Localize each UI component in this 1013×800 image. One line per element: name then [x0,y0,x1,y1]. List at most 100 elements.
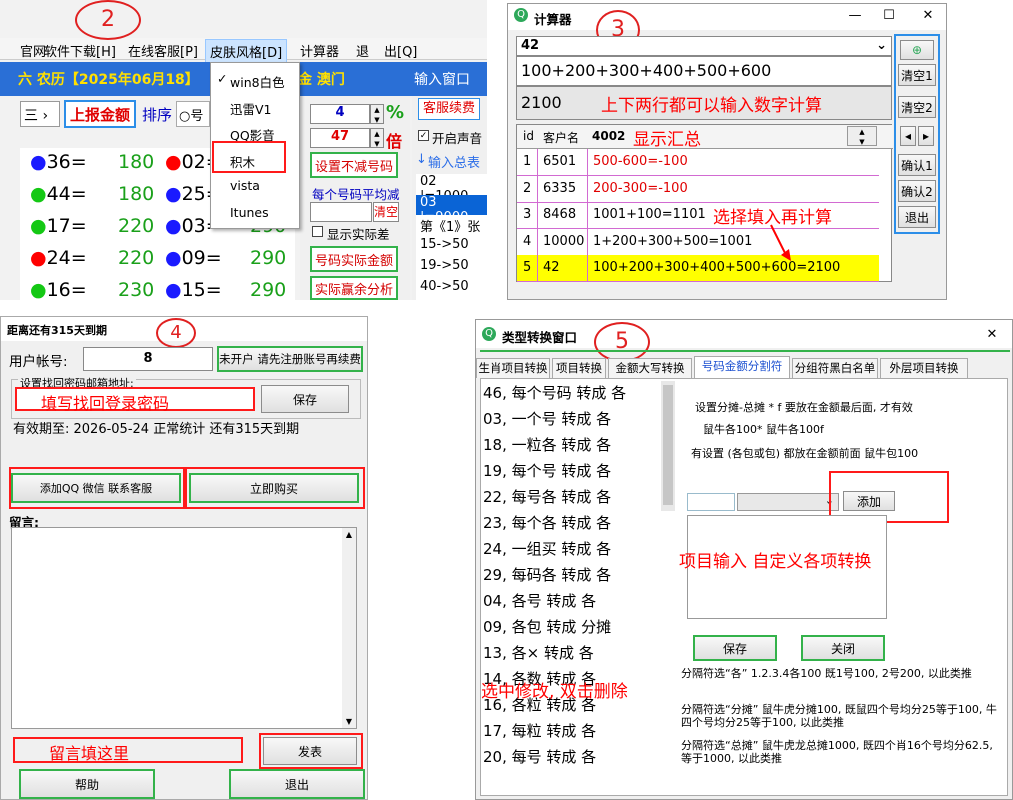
number-a: ●16= [30,279,87,300]
convert-list[interactable]: 46, 每个号码 转成 各 03, 一个号 转成 各 18, 一粒各 转成 各 19,… [481,379,677,781]
service-renew-button[interactable]: 客服续费 [418,98,480,120]
convert-save-button[interactable]: 保存 [693,635,777,661]
calc-field-2[interactable]: 100+200+300+400+500+600 [516,56,892,86]
tab-0[interactable]: 生肖项目转换 [476,358,550,378]
list-item[interactable]: 24, 一组买 转成 各 [483,535,611,561]
tab-3[interactable]: 号码金额分割符 [694,356,790,378]
menu-exit-1[interactable]: 退 [356,41,369,60]
menu-online-service[interactable]: 在线客服[P] [128,41,198,60]
list-item[interactable]: 04, 各号 转成 各 [483,587,596,613]
scroll-down-icon[interactable]: ▼ [342,717,356,726]
confirm2-button[interactable]: 确认2 [898,180,936,202]
list-item[interactable]: 03, 一个号 转成 各 [483,405,611,431]
sort-radio[interactable]: ○号 [176,101,210,127]
clear1-button[interactable]: 清空1 [898,64,936,86]
add-qq-button[interactable]: 添加QQ 微信 联系客服 [11,473,181,503]
list-item[interactable]: 23, 每个各 转成 各 [483,509,611,535]
scrollbar[interactable]: ▲ ▼ [342,528,356,728]
skin-item[interactable]: Itunes [211,200,299,224]
clear2-button[interactable]: 清空2 [898,96,936,118]
tab-5[interactable]: 外层项目转换 [880,358,968,378]
convert-close-button[interactable]: 关闭 [801,635,885,661]
convert-close-icon[interactable]: ✕ [972,323,1012,345]
buy-now-button[interactable]: 立即购买 [189,473,359,503]
show-diff-checkbox[interactable] [312,226,323,237]
row-sep [587,202,588,228]
clear-button[interactable]: 清空 [373,202,399,222]
spin-input-1[interactable]: 4 [310,104,370,124]
skin-item[interactable]: vista [211,173,299,197]
minimize-icon[interactable]: — [838,4,872,26]
skin-item[interactable]: 迅雷V1 [211,94,299,118]
skin-item[interactable]: ✓ win8白色 [211,67,299,91]
calc-field-1-value: 42 [521,38,540,53]
right-list-item[interactable]: 02 |=1000 [416,174,487,204]
table-spin-icon[interactable]: ▲ ▼ [847,126,877,146]
help-button[interactable]: 帮助 [19,769,155,799]
avg-reduce-input[interactable] [310,202,372,222]
list-item[interactable]: 17, 每粒 转成 各 [483,717,596,743]
list-scrollbar[interactable] [661,381,675,511]
tab-1[interactable]: 项目转换 [552,358,606,378]
right-list-item[interactable]: 19->50 [416,258,487,278]
actual-amount-button[interactable]: 号码实际金额 [310,246,398,272]
actual-win-button[interactable]: 实际赢余分析 [310,276,398,300]
list-item[interactable]: 46, 每个号码 转成 各 [483,379,626,405]
list-scroll-thumb[interactable] [663,385,673,505]
right-list-item[interactable]: 第《1》张 [416,216,487,236]
scroll-up-icon[interactable]: ▲ [342,530,356,539]
spin-arrows-2-icon[interactable]: ▲ ▼ [370,128,384,148]
table-row[interactable]: 1 6501 500-600=-100 [517,149,879,176]
set-no-reduce-button[interactable]: 设置不减号码 [310,152,398,178]
row-sep [587,149,588,175]
right-list-item[interactable]: 15->50 [416,237,487,257]
account-exit-button[interactable]: 退出 [229,769,365,799]
calc-field-1[interactable]: 42 ⌄ [516,36,892,56]
spin-arrows-1-icon[interactable]: ▲ ▼ [370,104,384,124]
list-item[interactable]: 19, 每个号 转成 各 [483,457,611,483]
confirm1-button[interactable]: 确认1 [898,154,936,176]
sort-select[interactable]: 三 › [20,101,60,127]
message-textarea[interactable]: ▲ ▼ [11,527,357,729]
exit-button[interactable]: 退出 [898,206,936,228]
sep-select[interactable]: ⌄ [737,493,839,511]
right-list[interactable]: 02 |=100003 |=9000第《1》张15->5019->5040->5… [416,174,487,300]
row-expr: 500-600=-100 [593,154,688,169]
left-arrow-button[interactable]: ◂ [900,126,916,146]
table-row[interactable]: 4 10000 1+200+300+500=1001 [517,228,879,256]
close-icon[interactable]: ✕ [908,4,946,26]
table-row[interactable]: 2 6335 200-300=-100 [517,175,879,203]
publish-button[interactable]: 发表 [263,737,357,765]
add-button[interactable]: 添加 [843,491,895,511]
list-item[interactable]: 22, 每号各 转成 各 [483,483,611,509]
menu-exit-2[interactable]: 出[Q] [384,41,417,60]
menu-skin-style[interactable]: 皮肤风格[D] [205,39,288,64]
list-item[interactable]: 09, 各包 转成 分摊 [483,613,611,639]
right-arrow-button[interactable]: ▸ [918,126,934,146]
voice-checkbox[interactable]: ✓ [418,130,429,141]
report-amount-button[interactable]: 上报金额 [64,100,136,128]
email-input[interactable]: 填写找回登录密码 [15,387,255,413]
right-list-item[interactable]: 40->50 [416,279,487,299]
tab-2[interactable]: 金额大写转换 [608,358,692,378]
not-open-button[interactable]: 未开户 请先注册账号再续费 [217,346,363,372]
save-button[interactable]: 保存 [261,385,349,413]
right-arrow-icon: ▸ [922,129,930,143]
list-item[interactable]: 20, 每号 转成 各 [483,743,596,769]
tab-strip: 生肖项目转换 项目转换 金额大写转换 号码金额分割符 分组符黑白名单 外层项目转换 [476,356,1012,378]
list-item[interactable]: 13, 各× 转成 各 [483,639,594,665]
menu-download[interactable]: 软件下载[H] [44,41,116,60]
menu-official-site[interactable]: 官网 [20,41,46,60]
menu-calculator[interactable]: 计算器 [300,41,339,60]
chevron-down-icon[interactable]: ⌄ [876,38,887,53]
pin-button[interactable]: ⊕ [900,40,934,60]
spin-input-2[interactable]: 47 [310,128,370,148]
table-row[interactable]: 5 42 100+200+300+400+500+600=2100 [517,255,879,282]
right-list-item[interactable]: 03 |=9000 [416,195,487,225]
list-item[interactable]: 29, 每码各 转成 各 [483,561,611,587]
account-input[interactable]: 8 [83,347,213,371]
sep-input[interactable] [687,493,735,511]
list-item[interactable]: 18, 一粒各 转成 各 [483,431,611,457]
maximize-icon[interactable]: ☐ [872,4,906,26]
tab-4[interactable]: 分组符黑白名单 [792,358,878,378]
